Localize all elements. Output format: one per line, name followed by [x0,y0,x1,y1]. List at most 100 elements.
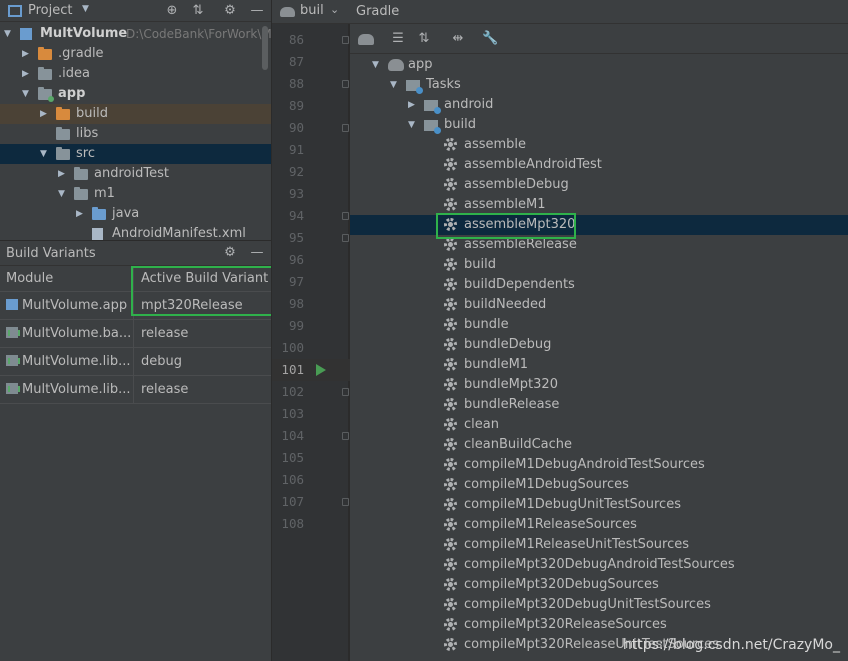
project-view-icon[interactable] [8,5,22,17]
gradle-task-item[interactable]: bundleMpt320 [428,375,848,395]
fold-marker-icon[interactable] [342,432,349,440]
column-header-active-variant[interactable]: Active Build Variant [135,266,271,292]
table-row[interactable]: MultVolume.app mpt320Release [0,292,271,320]
tree-node-label: compileMpt320DebugUnitTestSources [464,597,711,612]
gradle-tree-node[interactable]: ▼ build [408,115,848,135]
collapsed-arrow-icon[interactable]: ▶ [408,95,415,115]
gradle-task-item[interactable]: compileMpt320DebugUnitTestSources [428,595,848,615]
dropdown-arrow-icon[interactable]: ▼ [82,4,89,14]
collapse-all-icon[interactable]: ⇅ [416,31,432,47]
collapse-all-icon[interactable]: ⇅ [190,3,206,19]
fold-marker-icon[interactable] [342,234,349,242]
gradle-task-item[interactable]: assembleRelease [428,235,848,255]
folder-icon [56,127,70,140]
table-row[interactable]: MultVolume.lib... debug [0,348,271,376]
line-number: 93 [288,186,304,201]
gradle-task-item[interactable]: compileM1DebugSources [428,475,848,495]
expanded-arrow-icon[interactable]: ▼ [4,24,14,44]
gradle-task-item[interactable]: bundle [428,315,848,335]
fold-marker-icon[interactable] [342,212,349,220]
fold-marker-icon[interactable] [342,498,349,506]
tree-item[interactable]: ▶ java [0,204,271,224]
column-header-module[interactable]: Module [0,266,134,292]
hide-panel-icon[interactable]: — [249,3,265,19]
expanded-arrow-icon[interactable]: ▼ [390,75,397,95]
library-module-icon [6,327,20,338]
gradle-task-item[interactable]: build [428,255,848,275]
collapsed-arrow-icon[interactable]: ▶ [58,164,68,184]
tree-item[interactable]: ▶ .gradle [0,44,271,64]
task-gear-icon [444,418,457,431]
tab-list-chevron-icon[interactable]: ⌄ [330,3,339,16]
fold-marker-icon[interactable] [342,124,349,132]
expanded-arrow-icon[interactable]: ▼ [372,55,379,75]
table-row[interactable]: MultVolume.lib... release [0,376,271,404]
tree-item-label: .idea [58,66,90,81]
tree-item[interactable]: ▼ src [0,144,271,164]
toggle-offline-icon[interactable]: ⇹ [450,31,466,47]
variant-select[interactable]: release [135,320,271,348]
fold-marker-icon[interactable] [342,388,349,396]
gradle-panel: Gradle ☰ ⇅ ⇹ 🔧 ▼ app ▼ Tasks ▶ android ▼ build a… [350,0,848,661]
task-gear-icon [444,438,457,451]
tree-item[interactable]: ▶ .idea [0,64,271,84]
gradle-task-item[interactable]: assembleAndroidTest [428,155,848,175]
gradle-task-item[interactable]: compileM1ReleaseSources [428,515,848,535]
gradle-toolbar: ☰ ⇅ ⇹ 🔧 [350,24,848,54]
fold-marker-icon[interactable] [342,80,349,88]
gradle-task-item[interactable]: buildDependents [428,275,848,295]
refresh-gradle-icon[interactable] [358,34,374,45]
gradle-task-item[interactable]: bundleRelease [428,395,848,415]
gradle-task-item[interactable]: compileMpt320ReleaseSources [428,615,848,635]
expanded-arrow-icon[interactable]: ▼ [408,115,415,135]
tree-item[interactable]: ▼ m1 [0,184,271,204]
gradle-task-item[interactable]: assemble [428,135,848,155]
variant-select[interactable]: release [135,376,271,404]
gradle-tree-node[interactable]: ▼ app [372,55,848,75]
fold-marker-icon[interactable] [342,36,349,44]
run-gutter-icon[interactable] [316,364,326,376]
tree-item[interactable]: AndroidManifest.xml [0,224,271,240]
gradle-task-item[interactable]: bundleM1 [428,355,848,375]
editor-tab[interactable]: buil ⌄ [272,0,350,24]
gradle-tree-node[interactable]: ▶ android [408,95,848,115]
tree-item[interactable]: ▶ build [0,104,271,124]
collapsed-arrow-icon[interactable]: ▶ [40,104,50,124]
tree-item[interactable]: ▶ androidTest [0,164,271,184]
gradle-tree-node[interactable]: ▼ Tasks [390,75,848,95]
tree-item[interactable]: ▼ MultVolume D:\CodeBank\ForWork\M [0,24,271,44]
gradle-task-item[interactable]: assembleDebug [428,175,848,195]
gradle-task-item[interactable]: assembleM1 [428,195,848,215]
tree-item[interactable]: libs [0,124,271,144]
tree-item-label: app [58,86,86,101]
expanded-arrow-icon[interactable]: ▼ [40,144,50,164]
build-variants-panel: Build Variants ⚙ — Module Active Build V… [0,240,273,661]
collapsed-arrow-icon[interactable]: ▶ [22,64,32,84]
gradle-task-item[interactable]: compileM1DebugUnitTestSources [428,495,848,515]
gradle-task-item[interactable]: buildNeeded [428,295,848,315]
tree-item[interactable]: ▼ app [0,84,271,104]
gradle-task-item[interactable]: bundleDebug [428,335,848,355]
variant-select[interactable]: mpt320Release [135,292,271,320]
gradle-task-item[interactable]: compileM1ReleaseUnitTestSources [428,535,848,555]
table-row[interactable]: MultVolume.ba... release [0,320,271,348]
scrollbar[interactable] [262,26,268,70]
project-panel-title[interactable]: Project [28,3,72,18]
gradle-task-item[interactable]: compileMpt320DebugAndroidTestSources [428,555,848,575]
gradle-task-item[interactable]: assembleMpt320 [428,215,848,235]
collapsed-arrow-icon[interactable]: ▶ [76,204,86,224]
gradle-task-item[interactable]: compileM1DebugAndroidTestSources [428,455,848,475]
expanded-arrow-icon[interactable]: ▼ [22,84,32,104]
variant-select[interactable]: debug [135,348,271,376]
settings-gear-icon[interactable]: ⚙ [222,245,238,261]
hide-panel-icon[interactable]: — [249,245,265,261]
gradle-task-item[interactable]: cleanBuildCache [428,435,848,455]
collapsed-arrow-icon[interactable]: ▶ [22,44,32,64]
gradle-task-item[interactable]: compileMpt320DebugSources [428,575,848,595]
expand-all-icon[interactable]: ☰ [390,31,406,47]
locate-icon[interactable]: ⊕ [164,3,180,19]
settings-gear-icon[interactable]: ⚙ [222,3,238,19]
wrench-icon[interactable]: 🔧 [482,31,498,47]
gradle-task-item[interactable]: clean [428,415,848,435]
expanded-arrow-icon[interactable]: ▼ [58,184,68,204]
